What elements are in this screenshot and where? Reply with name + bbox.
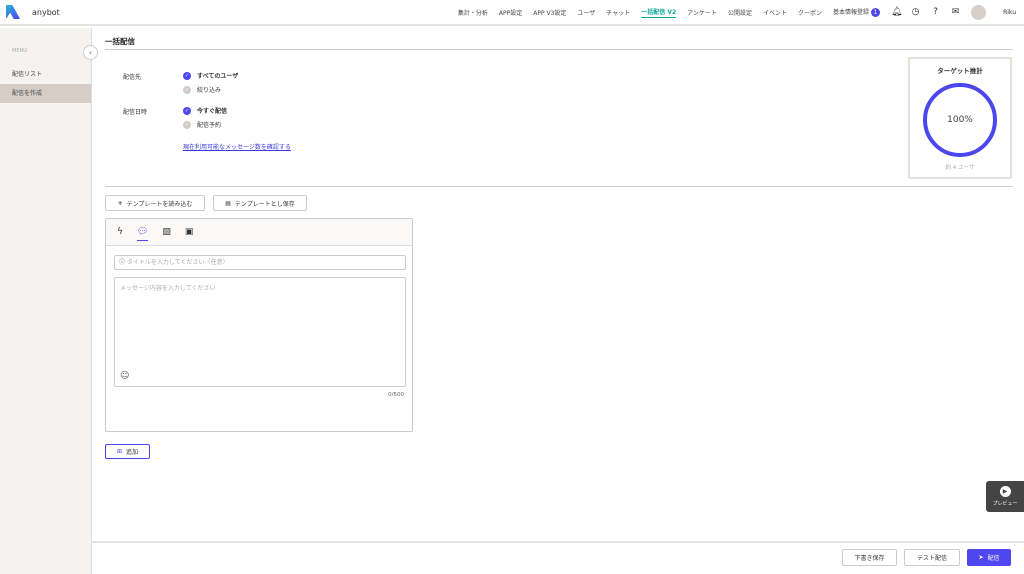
nav-basic-info-label: 基本情報登録 bbox=[832, 9, 869, 16]
bell-icon[interactable]: 🔔︎ bbox=[891, 7, 902, 17]
top-bar: anybot 集計・分析 APP設定 APP V3設定 ユーザ チャット 一括配… bbox=[0, 0, 1024, 26]
message-input[interactable]: メッセージ内容を入力してください ☺ bbox=[114, 277, 406, 387]
lightning-icon[interactable]: ϟ bbox=[117, 227, 123, 241]
button-label: 追加 bbox=[126, 449, 139, 456]
radio-label: 今すぐ配信 bbox=[197, 108, 228, 115]
check-icon: ✓ bbox=[183, 120, 191, 129]
radio-schedule[interactable]: ✓ 配信予約 bbox=[183, 120, 221, 129]
plus-icon: + bbox=[117, 199, 123, 207]
sidebar-item-broadcast-list[interactable]: 配信リスト bbox=[0, 65, 91, 84]
button-label: テンプレートを読み込む bbox=[126, 200, 193, 208]
load-template-button[interactable]: + テンプレートを読み込む bbox=[105, 195, 205, 211]
video-file-icon[interactable]: ▣ bbox=[185, 227, 194, 241]
text-message-icon[interactable]: 💬︎ bbox=[136, 227, 149, 241]
send-button[interactable]: ➤ 配信 bbox=[967, 549, 1011, 566]
play-icon: ▶ bbox=[999, 486, 1011, 497]
nav-app-v3-settings[interactable]: APP V3設定 bbox=[533, 8, 566, 17]
app-name: anybot bbox=[32, 7, 60, 17]
button-label: テンプレートとし保存 bbox=[234, 200, 295, 208]
message-type-tabs: ϟ 💬︎ ▨ ▣ bbox=[106, 219, 412, 246]
check-icon: ✓ bbox=[183, 106, 191, 115]
preview-label: プレビュー bbox=[992, 501, 1018, 507]
nav-chat[interactable]: チャット bbox=[606, 8, 630, 17]
nav-publish-settings[interactable]: 公開設定 bbox=[728, 8, 752, 17]
nav-users[interactable]: ユーザ bbox=[577, 8, 595, 17]
notification-badge: 1 bbox=[871, 8, 880, 17]
main-nav: 集計・分析 APP設定 APP V3設定 ユーザ チャット 一括配信 V2 アン… bbox=[458, 4, 986, 20]
target-title: ターゲット推計 bbox=[937, 67, 983, 75]
collapse-sidebar-button[interactable]: ‹ bbox=[83, 45, 98, 60]
check-message-count-link[interactable]: 現在利用可能なメッセージ数を確認する bbox=[183, 142, 291, 151]
nav-basic-info[interactable]: 基本情報登録 1 bbox=[833, 7, 880, 17]
sidebar-heading: MENU bbox=[12, 48, 27, 54]
radio-filter[interactable]: ✓ 絞り込み bbox=[183, 85, 221, 94]
plus-square-icon: ⊞ bbox=[116, 448, 122, 455]
save-draft-button[interactable]: 下書き保存 bbox=[842, 549, 897, 566]
save-template-button[interactable]: ▤ テンプレートとし保存 bbox=[213, 195, 307, 211]
nav-app-settings[interactable]: APP設定 bbox=[499, 8, 522, 17]
avatar[interactable] bbox=[971, 4, 986, 20]
nav-analytics[interactable]: 集計・分析 bbox=[458, 8, 488, 17]
add-message-button[interactable]: ⊞ 追加 bbox=[105, 444, 150, 459]
nav-coupons[interactable]: クーポン bbox=[798, 8, 822, 17]
title-input[interactable]: ⓘ タイトルを入力してください（任意） bbox=[114, 255, 406, 270]
message-placeholder: メッセージ内容を入力してください bbox=[120, 285, 216, 292]
nav-events[interactable]: イベント bbox=[763, 8, 787, 17]
target-users: 約 4 ユーザ bbox=[945, 165, 975, 171]
info-icon: ⓘ bbox=[119, 259, 127, 266]
help-icon[interactable]: ? bbox=[931, 7, 940, 17]
page-title: 一括配信 bbox=[105, 37, 135, 46]
check-icon: ✓ bbox=[183, 85, 191, 94]
send-icon: ➤ bbox=[978, 554, 984, 561]
radio-label: 配信予約 bbox=[197, 122, 222, 129]
emoji-icon[interactable]: ☺ bbox=[120, 371, 129, 381]
character-counter: 0/500 bbox=[388, 392, 404, 398]
user-name[interactable]: Riku bbox=[1003, 9, 1016, 16]
target-percent: 100% bbox=[947, 115, 973, 125]
anybot-logo[interactable] bbox=[6, 5, 20, 19]
radio-label: すべてのユーザ bbox=[197, 73, 239, 80]
sidebar: MENU 配信リスト 配信を作成 bbox=[0, 28, 92, 574]
file-icon: ▤ bbox=[225, 199, 231, 207]
nav-survey[interactable]: アンケート bbox=[687, 8, 717, 17]
target-percent-ring: 100% bbox=[923, 83, 997, 157]
clock-icon[interactable]: ◷ bbox=[911, 7, 920, 17]
test-send-button[interactable]: テスト配信 bbox=[904, 549, 960, 566]
target-estimate-card: ターゲット推計 100% 約 4 ユーザ bbox=[908, 57, 1012, 179]
recipient-label: 配信先 bbox=[123, 74, 142, 81]
divider bbox=[105, 186, 1013, 187]
radio-label: 絞り込み bbox=[197, 87, 222, 94]
preview-button[interactable]: ▶ プレビュー bbox=[986, 481, 1024, 512]
title-placeholder: タイトルを入力してください（任意） bbox=[126, 259, 229, 266]
datetime-label: 配信日時 bbox=[123, 109, 148, 116]
check-icon: ✓ bbox=[183, 71, 191, 80]
nav-broadcast-v2[interactable]: 一括配信 V2 bbox=[641, 7, 677, 18]
chat-icon[interactable]: ✉︎ bbox=[951, 7, 960, 17]
image-icon[interactable]: ▨ bbox=[162, 227, 171, 241]
radio-all-users[interactable]: ✓ すべてのユーザ bbox=[183, 71, 238, 80]
message-editor: ϟ 💬︎ ▨ ▣ ⓘ タイトルを入力してください（任意） メッセージ内容を入力し… bbox=[105, 218, 413, 432]
radio-send-now[interactable]: ✓ 今すぐ配信 bbox=[183, 106, 227, 115]
divider bbox=[105, 49, 1013, 50]
button-label: 配信 bbox=[987, 555, 1000, 562]
sidebar-item-create-broadcast[interactable]: 配信を作成 bbox=[0, 84, 91, 103]
